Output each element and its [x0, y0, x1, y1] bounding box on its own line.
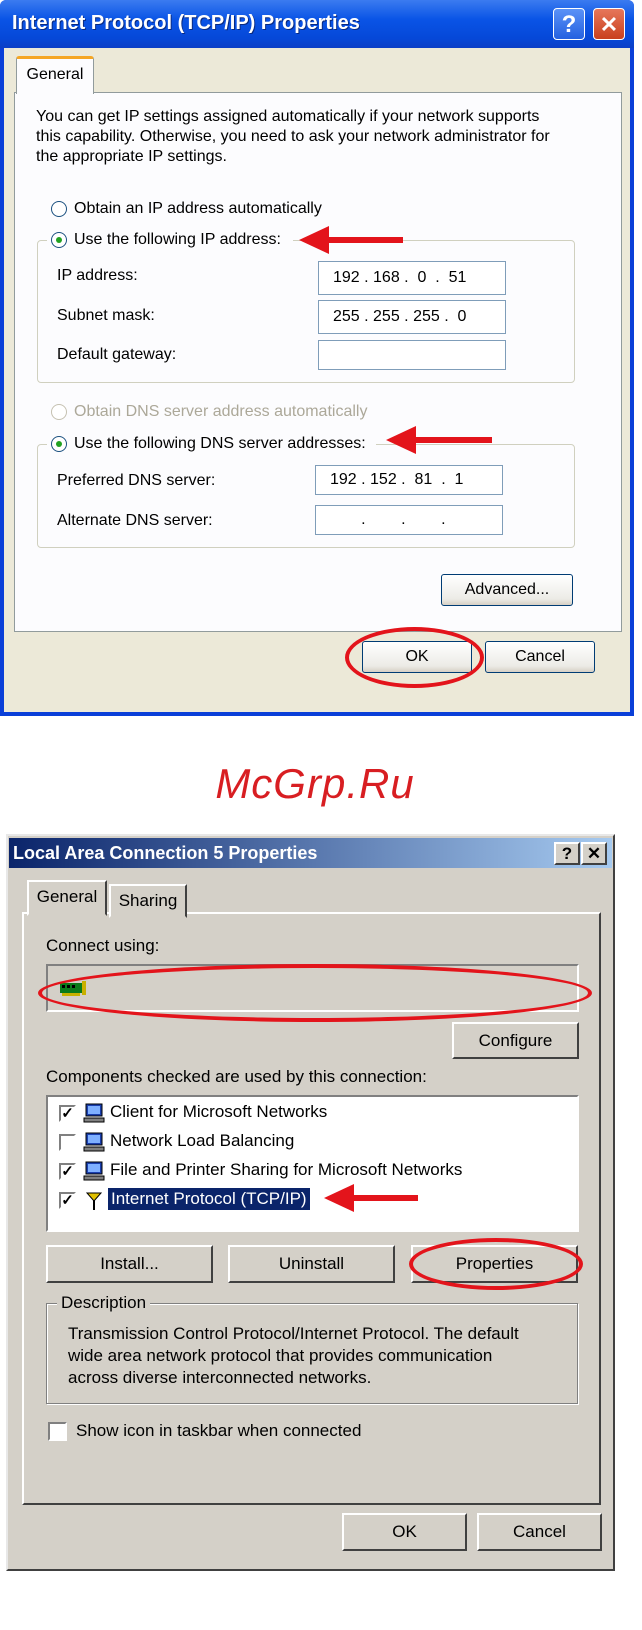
watermark: McGrp.Ru — [215, 760, 415, 807]
network-service-icon — [83, 1132, 105, 1152]
radio-manual-ip-label[interactable]: Use the following IP address: — [74, 229, 281, 250]
annotation-arrow-head — [324, 1184, 354, 1212]
radio-manual-dns-label[interactable]: Use the following DNS server addresses: — [74, 433, 366, 454]
cancel-button[interactable]: Cancel — [477, 1513, 602, 1551]
close-button[interactable]: ✕ — [581, 842, 607, 865]
intro-text-line-2: this capability. Otherwise, you need to … — [36, 128, 550, 145]
tab-general[interactable]: General — [27, 880, 107, 916]
ok-button[interactable]: OK — [342, 1513, 467, 1551]
tab-general[interactable]: General — [16, 56, 94, 94]
protocol-icon — [85, 1192, 103, 1210]
components-list[interactable]: ✓ Client for Microsoft Networks Network … — [46, 1095, 579, 1232]
radio-auto-dns-label[interactable]: Obtain DNS server address automatically — [74, 401, 367, 422]
annotation-arrow-shaft — [326, 237, 403, 243]
description-line-3: across diverse interconnected networks. — [68, 1368, 372, 1387]
tcpip-dialog-title: Internet Protocol (TCP/IP) Properties — [12, 12, 360, 34]
radio-auto-dns[interactable] — [51, 404, 67, 420]
intro-text-line-1: You can get IP settings assigned automat… — [36, 108, 540, 125]
cancel-button[interactable]: Cancel — [485, 641, 595, 673]
annotation-arrow-shaft — [352, 1195, 418, 1201]
default-gateway-label: Default gateway: — [57, 346, 177, 363]
checkbox-tcp-ip[interactable]: ✓ — [59, 1192, 76, 1209]
radio-auto-ip[interactable] — [51, 201, 67, 217]
install-button[interactable]: Install... — [46, 1245, 213, 1283]
close-button[interactable]: ✕ — [593, 8, 625, 40]
annotation-ellipse-properties — [409, 1238, 583, 1290]
annotation-arrow-head — [386, 426, 416, 454]
help-button[interactable]: ? — [553, 8, 585, 40]
checkbox-file-printer-sharing[interactable]: ✓ — [59, 1163, 76, 1180]
radio-manual-dns[interactable] — [51, 436, 67, 452]
uninstall-button[interactable]: Uninstall — [228, 1245, 395, 1283]
annotation-arrow-shaft — [414, 437, 492, 443]
lan-dialog-title: Local Area Connection 5 Properties — [13, 843, 318, 863]
annotation-arrow-head — [299, 226, 329, 254]
component-label[interactable]: Client for Microsoft Networks — [110, 1102, 327, 1122]
advanced-button[interactable]: Advanced... — [441, 574, 573, 606]
annotation-ellipse-adapter — [38, 964, 592, 1022]
network-client-icon — [83, 1103, 105, 1123]
preferred-dns-label: Preferred DNS server: — [57, 472, 216, 489]
ip-address-label: IP address: — [57, 267, 138, 284]
alternate-dns-label: Alternate DNS server: — [57, 512, 213, 529]
network-service-icon — [83, 1161, 105, 1181]
components-label: Components checked are used by this conn… — [46, 1067, 427, 1086]
component-label-selected[interactable]: Internet Protocol (TCP/IP) — [107, 1187, 311, 1211]
description-line-2: wide area network protocol that provides… — [68, 1346, 493, 1365]
radio-manual-ip[interactable] — [51, 232, 67, 248]
radio-auto-ip-label[interactable]: Obtain an IP address automatically — [74, 198, 322, 219]
show-icon-label[interactable]: Show icon in taskbar when connected — [76, 1421, 361, 1441]
radio-selected-dot — [56, 441, 62, 447]
component-label[interactable]: Network Load Balancing — [110, 1131, 294, 1151]
alternate-dns-field[interactable]: . . . — [315, 505, 503, 535]
help-button[interactable]: ? — [554, 842, 580, 865]
checkbox-client-ms-networks[interactable]: ✓ — [59, 1105, 76, 1122]
checkbox-network-load-balancing[interactable] — [59, 1134, 76, 1151]
description-line-1: Transmission Control Protocol/Internet P… — [68, 1324, 519, 1343]
tab-sharing[interactable]: Sharing — [109, 884, 187, 918]
default-gateway-field[interactable] — [318, 340, 506, 370]
subnet-mask-field[interactable]: 255 . 255 . 255 . 0 — [318, 300, 506, 334]
component-label[interactable]: File and Printer Sharing for Microsoft N… — [110, 1160, 462, 1180]
configure-button[interactable]: Configure — [452, 1022, 579, 1059]
description-title: Description — [57, 1293, 151, 1313]
annotation-ellipse-ok — [345, 627, 484, 688]
checkbox-show-icon[interactable] — [48, 1422, 67, 1441]
subnet-mask-label: Subnet mask: — [57, 307, 155, 324]
radio-selected-dot — [56, 237, 62, 243]
preferred-dns-field[interactable]: 192 . 152 . 81 . 1 — [315, 465, 503, 495]
connect-using-label: Connect using: — [46, 936, 160, 955]
ip-address-field[interactable]: 192 . 168 . 0 . 51 — [318, 261, 506, 295]
intro-text-line-3: the appropriate IP settings. — [36, 148, 227, 165]
